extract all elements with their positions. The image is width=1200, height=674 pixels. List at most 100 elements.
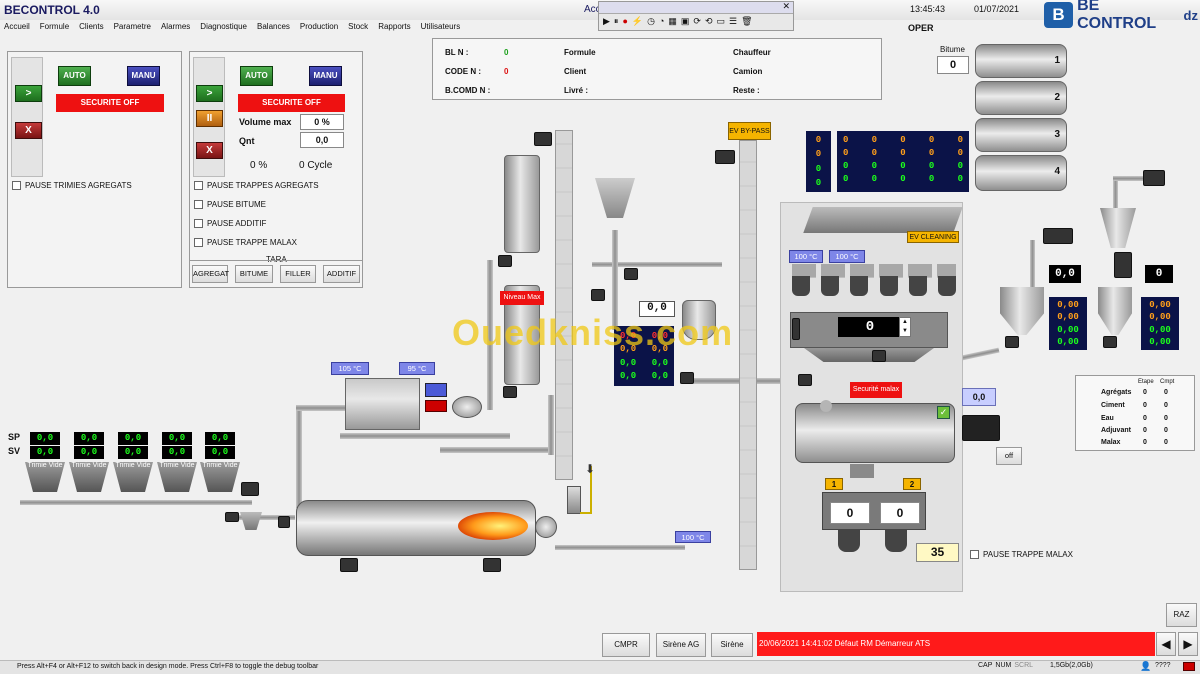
menu-diagnostique[interactable]: Diagnostique (200, 22, 247, 36)
dust-grid: 0000 (806, 131, 831, 192)
menu-stock[interactable]: Stock (348, 22, 368, 36)
pause-bitume-checkbox[interactable]: PAUSE BITUME (194, 200, 266, 209)
off-button[interactable]: off (996, 447, 1022, 465)
drum-motor-2[interactable] (483, 558, 501, 572)
malax-time[interactable]: 35 (916, 543, 959, 562)
tara-filler-button[interactable]: FILLER (280, 265, 316, 283)
screw-motor[interactable] (624, 268, 638, 280)
tara-bitume-button[interactable]: BITUME (235, 265, 273, 283)
cmpr-button[interactable]: CMPR (602, 633, 650, 657)
mixer-ok-check[interactable]: ✓ (937, 406, 950, 419)
stop-button-2[interactable]: X (196, 142, 223, 159)
additive-tank-1 (1000, 287, 1044, 335)
start-button-2[interactable]: > (196, 85, 223, 102)
mixer-motor[interactable] (962, 415, 1000, 441)
bin-gate-3[interactable] (850, 276, 869, 296)
additive-pump-motor-2[interactable] (1043, 228, 1073, 244)
mixer-inlet-motor[interactable] (798, 374, 812, 386)
alarm-next-button[interactable]: ▶ (1178, 632, 1198, 656)
client-label: Client (564, 67, 587, 76)
alarm-banner[interactable]: 20/06/2021 14:41:02 Défaut RM Démarreur … (757, 632, 1155, 656)
trimie-2-sv: 0,0 (74, 446, 104, 459)
drum-motor-1[interactable] (340, 558, 358, 572)
stop-button[interactable]: X (15, 122, 42, 139)
sirene-ag-button[interactable]: Sirène AG (656, 633, 706, 657)
sv-label: SV (8, 446, 21, 456)
auto-button-2[interactable]: AUTO (240, 66, 273, 86)
tara-agregat-button[interactable]: AGREGAT (192, 265, 229, 283)
gate-2-label: 2 (903, 478, 921, 490)
bitume-tank-4: 4 (975, 155, 1067, 191)
filler-silo-1 (504, 155, 540, 253)
ev-cleaning-button[interactable]: EV CLEANING (907, 231, 959, 243)
gas-valve[interactable] (567, 486, 581, 514)
menu-formule[interactable]: Formule (40, 22, 69, 36)
pause-button[interactable]: II (196, 110, 223, 127)
silo-2-motor[interactable] (503, 386, 517, 398)
menu-rapports[interactable]: Rapports (378, 22, 410, 36)
additive-valve[interactable] (1114, 252, 1132, 278)
feed-motor[interactable] (225, 512, 239, 522)
order-info-panel (432, 38, 882, 100)
discharge-gate-1[interactable] (838, 530, 860, 552)
manu-button[interactable]: MANU (127, 66, 160, 86)
cyclone-motor[interactable] (591, 289, 605, 301)
securite-off-button-2[interactable]: SECURITE OFF (238, 94, 345, 112)
pause-trappe-malax-main-checkbox[interactable]: PAUSE TRAPPE MALAX (970, 550, 1073, 559)
filler-motor[interactable] (680, 372, 694, 384)
additive-grid-right: 0,00 0,00 0,00 0,00 (1141, 297, 1179, 350)
camion-label: Camion (733, 67, 763, 76)
close-icon[interactable]: ✕ (782, 1, 790, 12)
elevator-2-motor[interactable] (715, 150, 735, 164)
summary-etape-adjuvant: 0 (1143, 427, 1147, 434)
cyclone-hopper (595, 178, 635, 218)
menu-clients[interactable]: Clients (79, 22, 103, 36)
pause-trimies-checkbox[interactable]: PAUSE TRIMIES AGREGATS (12, 181, 132, 190)
silo-1-motor[interactable] (498, 255, 512, 267)
summary-label-ciment: Ciment (1101, 402, 1125, 409)
pugmill-mixer (795, 403, 955, 463)
temp-filter-in: 105 °C (331, 362, 369, 375)
elevator-1-motor[interactable] (534, 132, 552, 146)
additive-tank-1-motor[interactable] (1005, 336, 1019, 348)
bl-label: BL N : (445, 48, 469, 57)
tara-divider (190, 260, 362, 261)
menu-accueil[interactable]: Accueil (4, 22, 30, 36)
conveyor-motor[interactable] (241, 482, 259, 496)
bin-gate-1[interactable] (792, 276, 810, 296)
manu-button-2[interactable]: MANU (309, 66, 342, 86)
menu-balances[interactable]: Balances (257, 22, 290, 36)
alarm-prev-button[interactable]: ◀ (1156, 632, 1176, 656)
drum-sensor[interactable] (278, 516, 290, 528)
tara-additif-button[interactable]: ADDITIF (323, 265, 360, 283)
agg-scale-actuator[interactable] (792, 318, 800, 340)
raz-button[interactable]: RAZ (1166, 603, 1197, 627)
additive-pump-motor[interactable] (1143, 170, 1165, 186)
bin-gate-6[interactable] (937, 276, 956, 296)
trimie-4-sp: 0,0 (162, 432, 192, 445)
pause-trappes-checkbox[interactable]: PAUSE TRAPPES AGREGATS (194, 181, 319, 190)
ouedkniss-watermark: Ouedkniss.com (452, 312, 734, 353)
sirene-button[interactable]: Sirène (711, 633, 753, 657)
agg-scale-stepper[interactable]: ▲ ▼ (899, 317, 911, 337)
menu-alarmes[interactable]: Alarmes (161, 22, 190, 36)
agg-gate-motor[interactable] (872, 350, 886, 362)
menu-parametre[interactable]: Parametre (114, 22, 151, 36)
additive-tank-2-motor[interactable] (1103, 336, 1117, 348)
menu-utilisateurs[interactable]: Utilisateurs (421, 22, 461, 36)
filter-damper[interactable] (425, 400, 447, 412)
discharge-gate-2[interactable] (885, 530, 907, 552)
qnt-field[interactable]: 0,0 (300, 132, 344, 148)
summary-etape-eau: 0 (1143, 415, 1147, 422)
auto-button[interactable]: AUTO (58, 66, 91, 86)
pause-additif-checkbox[interactable]: PAUSE ADDITIF (194, 219, 266, 228)
bin-gate-4[interactable] (879, 276, 898, 296)
menu-production[interactable]: Production (300, 22, 338, 36)
bin-gate-5[interactable] (908, 276, 927, 296)
securite-off-button[interactable]: SECURITE OFF (56, 94, 164, 112)
volume-max-field[interactable]: 0 % (300, 114, 344, 130)
ev-bypass-button[interactable]: EV BY-PASS (728, 122, 771, 140)
bin-gate-2[interactable] (821, 276, 840, 296)
start-button[interactable]: > (15, 85, 42, 102)
pause-trappe-malax-checkbox[interactable]: PAUSE TRAPPE MALAX (194, 238, 297, 247)
